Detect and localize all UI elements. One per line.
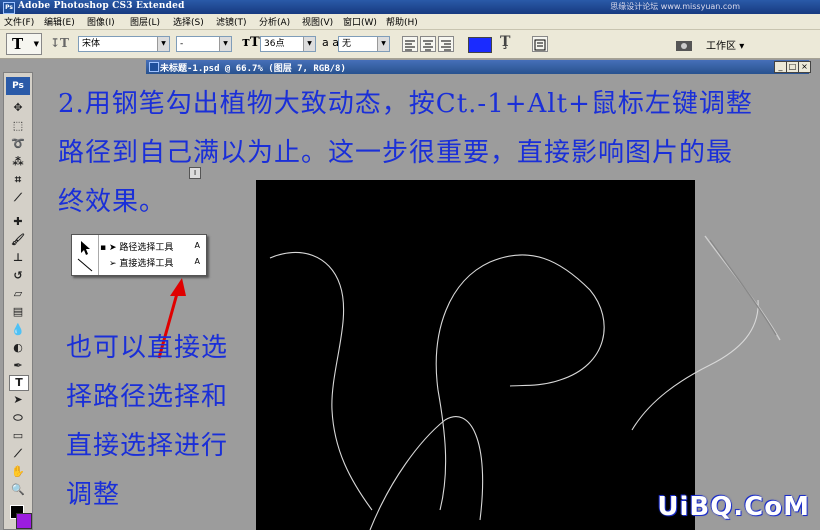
path-selection-arrow-icon: [77, 241, 93, 272]
instruction-line-3: 终效果。: [58, 187, 167, 217]
flyout-tool-icons: [72, 235, 99, 275]
shortcut-key: A: [194, 241, 200, 250]
text-anchor-icon: I: [189, 167, 201, 179]
flyout-item-path-selection[interactable]: ▪ ➤ 路径选择工具: [100, 240, 173, 254]
selected-bullet-icon: ▪: [100, 243, 109, 253]
path-selection-arrow-icon: ➤: [108, 243, 120, 253]
shortcut-key: A: [194, 257, 200, 266]
path-curve-left: [269, 251, 373, 511]
path-curve-middle: [435, 254, 605, 511]
instruction-line-2: 路径到自己满以为止。这一步很重要，直接影响图片的最: [58, 138, 734, 168]
note-line-2: 择路径选择和: [66, 382, 229, 412]
note-line-4: 调整: [66, 480, 121, 510]
note-line-3: 直接选择进行: [66, 431, 229, 461]
path-curve-bottom: [369, 416, 484, 530]
site-logo: UiBQ.CoM: [657, 492, 810, 522]
note-line-1: 也可以直接选: [66, 333, 229, 363]
path-curve-right: [631, 299, 759, 431]
flyout-item-direct-selection[interactable]: ▪ ➢ 直接选择工具: [100, 256, 173, 270]
path-tools-flyout: ▪ ➤ 路径选择工具 A ▪ ➢ 直接选择工具 A: [71, 234, 207, 276]
instruction-line-1: 2.用钢笔勾出植物大致动态，按Ct.-1+Alt+鼠标左键调整: [58, 89, 753, 119]
direct-selection-arrow-icon: ➢: [108, 259, 120, 269]
